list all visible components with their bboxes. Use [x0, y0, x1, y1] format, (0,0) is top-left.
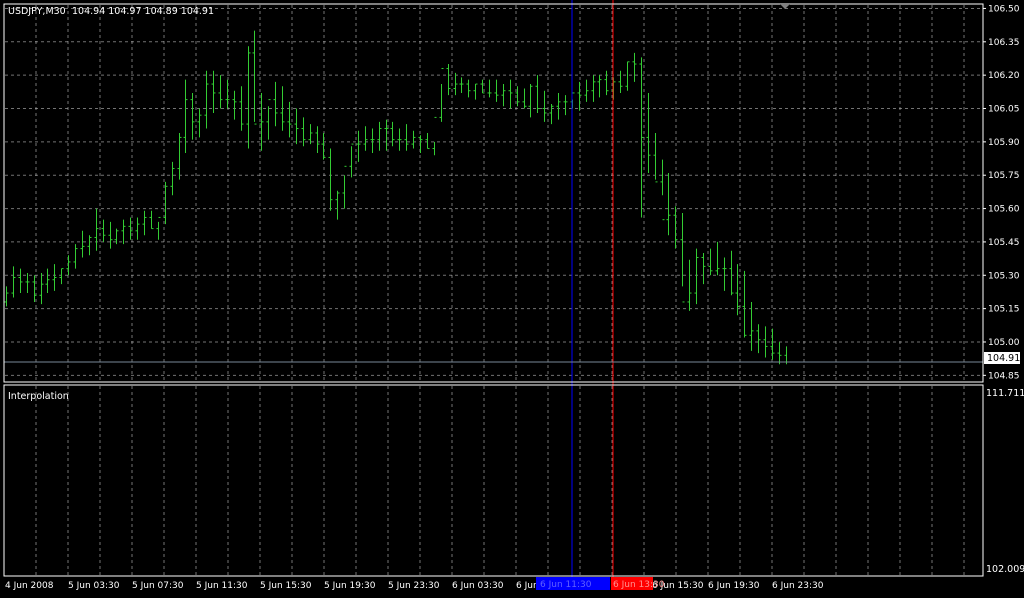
current-price-label: 104.91 — [987, 353, 1020, 364]
chart-background — [0, 0, 1024, 594]
y-tick-label: 105.90 — [988, 138, 1020, 148]
chart-window[interactable]: USDJPY,M30 104.94 104.97 104.89 104.91 I… — [0, 0, 1024, 594]
y-tick-label: 105.15 — [988, 305, 1020, 315]
symbol-label: USDJPY,M30 — [8, 6, 66, 17]
x-tick-label: 6 Jun — [516, 581, 539, 591]
y-tick-label: 105.30 — [988, 271, 1020, 281]
x-tick-label: 4 Jun 2008 — [5, 581, 54, 591]
x-tick-label: 6 Jun 19:30 — [708, 581, 760, 591]
y-tick-label: 105.60 — [988, 205, 1020, 215]
subwindow-title: Interpolation — [8, 391, 69, 402]
blue-line-time-label: 6 Jun 11:30 — [540, 580, 592, 590]
y-tick-label: 105.00 — [988, 338, 1020, 348]
chart-canvas[interactable]: USDJPY,M30 104.94 104.97 104.89 104.91 I… — [0, 0, 1024, 594]
x-tick-label: 5 Jun 11:30 — [196, 581, 248, 591]
x-tick-label: 5 Jun 19:30 — [324, 581, 376, 591]
y-tick-label: 106.20 — [988, 71, 1020, 81]
x-tick-label: 6 Jun 23:30 — [772, 581, 824, 591]
y-tick-label: 105.45 — [988, 238, 1020, 248]
y-tick-label: 106.05 — [988, 105, 1020, 115]
x-tick-label: 5 Jun 07:30 — [132, 581, 184, 591]
x-tick-label: 5 Jun 03:30 — [68, 581, 120, 591]
x-tick-label: 5 Jun 23:30 — [388, 581, 440, 591]
x-tick-label: 5 Jun 15:30 — [260, 581, 312, 591]
y-tick-label: 106.35 — [988, 38, 1020, 48]
subwindow-scale-min: 102.009 — [986, 564, 1024, 575]
subwindow-scale-max: 111.711 — [986, 388, 1024, 399]
ohlc-label: 104.94 104.97 104.89 104.91 — [72, 6, 214, 17]
y-tick-label: 105.75 — [988, 171, 1020, 181]
y-tick-label: 104.85 — [988, 371, 1020, 381]
y-tick-label: 106.50 — [988, 4, 1020, 14]
red-line-time-label: 6 Jun 13:30 — [613, 580, 665, 590]
x-tick-label: 6 Jun 03:30 — [452, 581, 504, 591]
